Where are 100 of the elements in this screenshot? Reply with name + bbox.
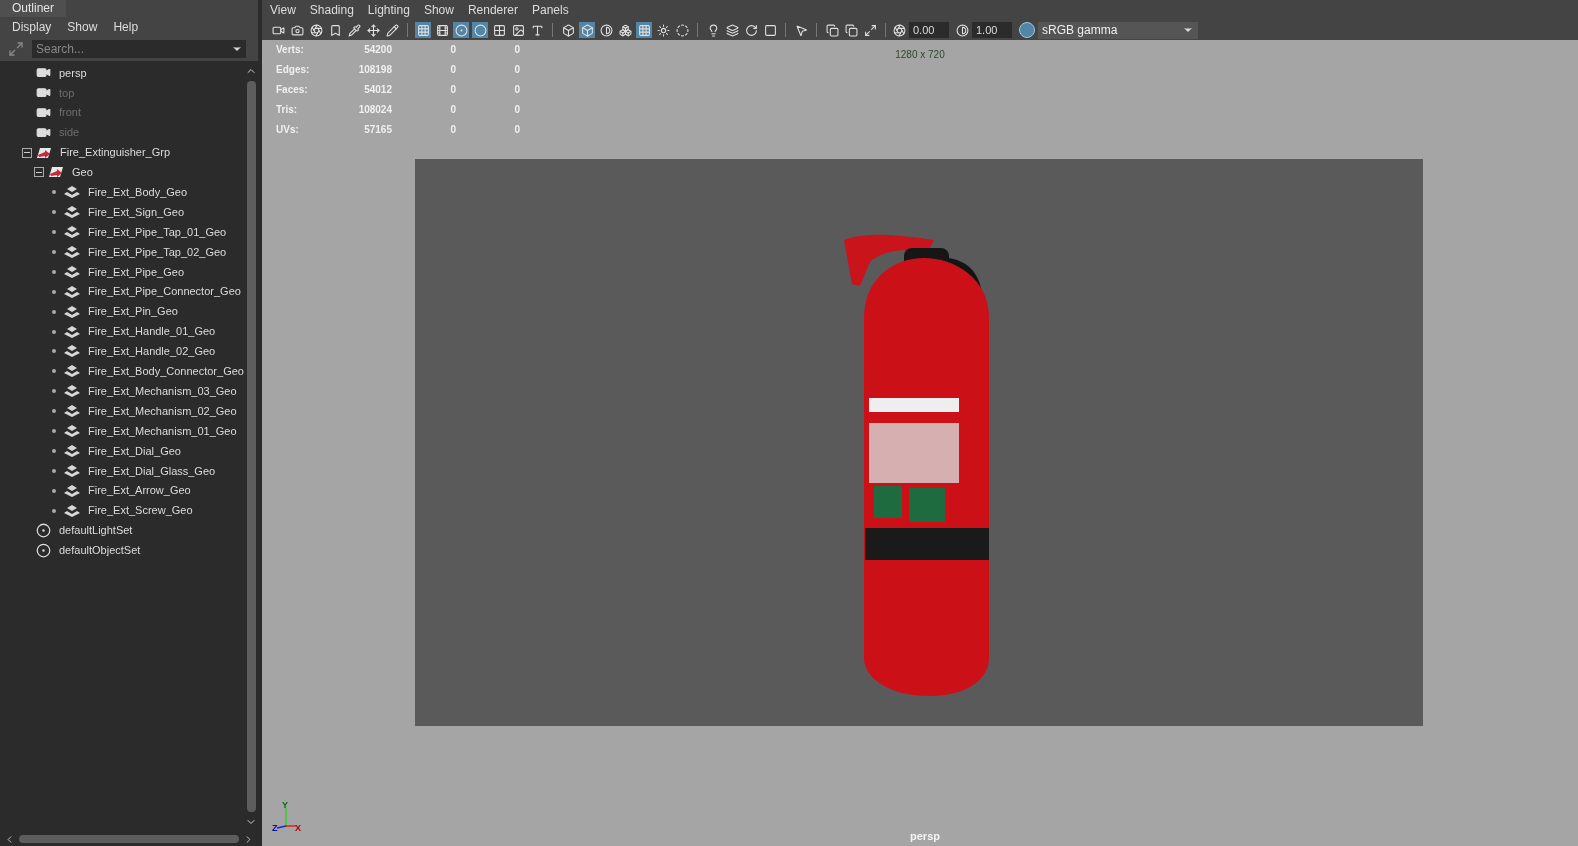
mesh-icon	[64, 305, 80, 318]
exposure-icon[interactable]	[893, 23, 906, 37]
menu-item[interactable]: Show	[67, 18, 98, 36]
menu-item[interactable]: Renderer	[467, 1, 518, 19]
toolbar-button[interactable]	[346, 22, 362, 38]
outliner-item[interactable]: defaultObjectSet	[59, 542, 141, 559]
menu-item[interactable]: Show	[423, 1, 454, 19]
group-icon	[36, 146, 52, 159]
menu-item[interactable]: Lighting	[367, 1, 410, 19]
toolbar-button[interactable]	[434, 22, 450, 38]
mesh-icon	[64, 464, 80, 477]
stat-value: 0	[513, 63, 520, 78]
collapse-toggle[interactable]	[22, 147, 32, 158]
set-icon	[36, 522, 51, 538]
scrollbar-thumb[interactable]	[19, 835, 239, 843]
mesh-icon	[64, 226, 80, 239]
menu-item[interactable]: Display	[12, 18, 52, 36]
outliner-item[interactable]: Fire_Ext_Mechanism_01_Geo	[88, 422, 237, 440]
stat-value: 108198	[357, 63, 392, 78]
outliner-item[interactable]: Fire_Ext_Mechanism_03_Geo	[88, 382, 237, 400]
gamma-field[interactable]: 1.00	[972, 22, 1012, 38]
stat-value: 0	[513, 83, 520, 98]
color-management-toggle[interactable]	[1019, 22, 1035, 38]
panel-tab[interactable]: Outliner	[0, 0, 67, 17]
stat-value: 57165	[363, 123, 392, 137]
toolbar-button[interactable]	[384, 22, 400, 38]
stat-value: 0	[449, 43, 456, 58]
mesh-icon	[64, 424, 80, 437]
group-icon	[48, 166, 64, 179]
outliner-item[interactable]: Fire_Ext_Dial_Geo	[88, 442, 181, 460]
outliner-item[interactable]: Fire_Ext_Screw_Geo	[88, 502, 193, 519]
mesh-icon	[64, 245, 80, 258]
toolbar-button[interactable]	[674, 22, 690, 38]
toolbar-button[interactable]	[560, 22, 576, 38]
stat-label: Verts:	[276, 43, 305, 58]
outliner-item[interactable]: Fire_Ext_Body_Connector_Geo	[88, 363, 244, 380]
stat-value: 0	[449, 83, 456, 98]
outliner-item[interactable]: Fire_Ext_Pipe_Connector_Geo	[88, 283, 241, 300]
search-field[interactable]: Search...	[32, 40, 246, 58]
outliner-item[interactable]: Fire_Ext_Pipe_Tap_02_Geo	[88, 243, 227, 261]
menu-item[interactable]: View	[270, 1, 296, 19]
menu-item[interactable]: Help	[113, 18, 139, 36]
stat-value: 54012	[363, 83, 392, 98]
toolbar-button[interactable]	[617, 22, 633, 38]
camera-label: persp	[910, 828, 940, 844]
outliner-item[interactable]: Fire_Extinguisher_Grp	[60, 144, 171, 161]
toolbar-button[interactable]	[365, 22, 381, 38]
mesh-icon	[64, 265, 80, 278]
mesh-icon	[64, 385, 80, 398]
outliner-item[interactable]: Fire_Ext_Body_Geo	[88, 184, 188, 201]
stat-label: Faces:	[276, 83, 309, 98]
stat-value: 0	[513, 43, 520, 58]
toolbar-button[interactable]	[655, 22, 671, 38]
outliner-item[interactable]: Fire_Ext_Dial_Glass_Geo	[88, 462, 216, 479]
scrollbar-thumb[interactable]	[246, 81, 256, 812]
toolbar-button[interactable]	[762, 22, 778, 38]
toolbar-button[interactable]	[862, 22, 878, 38]
menu-item[interactable]: Shading	[309, 1, 354, 19]
stat-value: 0	[513, 103, 520, 118]
stat-value: 54200	[363, 43, 392, 58]
mesh-icon	[64, 444, 80, 457]
toolbar-button[interactable]	[843, 22, 859, 38]
toolbar-button[interactable]	[308, 22, 324, 38]
gamma-icon[interactable]	[956, 23, 969, 37]
outliner-item[interactable]: Fire_Ext_Sign_Geo	[88, 203, 184, 221]
outliner-item[interactable]: defaultLightSet	[59, 522, 133, 539]
color-space-dropdown[interactable]: sRGB gamma	[1038, 21, 1198, 39]
collapse-toggle[interactable]	[34, 167, 44, 178]
mesh-icon	[64, 365, 80, 378]
mesh-icon	[64, 345, 80, 358]
mesh-icon	[64, 206, 80, 219]
stat-label: UVs:	[276, 123, 300, 137]
toolbar-button[interactable]	[491, 22, 507, 38]
toolbar-button[interactable]	[724, 22, 740, 38]
stat-value: 108024	[357, 103, 392, 118]
stat-value: 0	[449, 103, 456, 118]
outliner-item[interactable]: Fire_Ext_Mechanism_02_Geo	[88, 402, 237, 420]
toolbar-button[interactable]	[824, 22, 840, 38]
exposure-field[interactable]: 0.00	[909, 22, 949, 38]
toolbar-button[interactable]	[510, 22, 526, 38]
mesh-icon	[64, 484, 80, 497]
menu-item[interactable]: Panels	[531, 1, 569, 19]
stat-label: Edges:	[276, 63, 311, 78]
stat-value: 0	[513, 123, 520, 137]
axis-gizmo-drawing: Y Z X	[272, 800, 302, 832]
outliner-item[interactable]: Fire_Ext_Handle_02_Geo	[88, 343, 216, 360]
outliner-item[interactable]: Fire_Ext_Arrow_Geo	[88, 482, 191, 499]
outliner-item[interactable]: Fire_Ext_Pipe_Geo	[88, 263, 184, 281]
outliner-item[interactable]: Geo	[72, 164, 93, 181]
outliner-item[interactable]: Fire_Ext_Pin_Geo	[88, 303, 178, 320]
outliner-item[interactable]: persp	[59, 64, 87, 82]
stat-value: 0	[449, 63, 456, 78]
outliner-item[interactable]: Fire_Ext_Pipe_Tap_01_Geo	[88, 223, 227, 241]
set-icon	[36, 542, 51, 558]
toolbar-button[interactable]	[743, 22, 759, 38]
resolution-label: 1280 x 720	[895, 48, 945, 59]
toolbar-button[interactable]	[598, 22, 614, 38]
mesh-icon	[64, 285, 80, 298]
mesh-icon	[64, 405, 80, 418]
outliner-item[interactable]: Fire_Ext_Handle_01_Geo	[88, 323, 216, 340]
